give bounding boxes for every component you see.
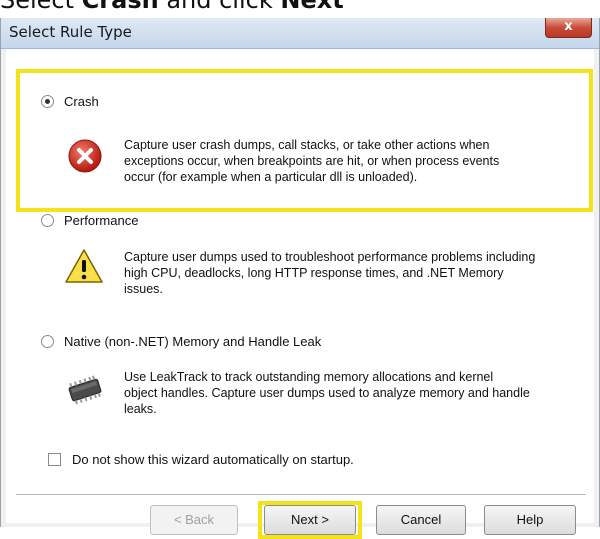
radio-crash[interactable]: Crash: [41, 94, 99, 109]
help-button[interactable]: Help: [484, 505, 576, 535]
warning-icon: [65, 249, 103, 283]
crash-description: Capture user crash dumps, call stacks, o…: [124, 137, 499, 185]
cancel-button[interactable]: Cancel: [376, 505, 466, 535]
radio-performance-indicator[interactable]: [41, 214, 54, 227]
error-icon: [68, 139, 102, 173]
crash-description-line: occur (for example when a particular dll…: [124, 170, 418, 184]
native-leak-description-line: leaks.: [124, 402, 157, 416]
radio-performance[interactable]: Performance: [41, 213, 138, 228]
radio-native-leak-indicator[interactable]: [41, 335, 54, 348]
native-leak-description-line: object handles. Capture user dumps used …: [124, 386, 530, 400]
chip-icon: [68, 375, 102, 405]
crash-description-line: Capture user crash dumps, call stacks, o…: [124, 138, 490, 152]
close-icon: x: [564, 19, 573, 34]
caption-bold-next: Next: [280, 0, 344, 14]
instruction-caption: Select Crash and click Next: [0, 0, 600, 18]
caption-text: and click: [158, 0, 281, 14]
radio-native-leak-label: Native (non-.NET) Memory and Handle Leak: [64, 334, 322, 349]
performance-description-line: issues.: [124, 282, 163, 296]
startup-checkbox-row[interactable]: Do not show this wizard automatically on…: [48, 452, 354, 467]
next-button[interactable]: Next >: [264, 505, 356, 535]
close-button[interactable]: x: [545, 18, 592, 38]
caption-text: Select: [0, 0, 82, 14]
startup-checkbox[interactable]: [48, 453, 61, 466]
performance-description-line: high CPU, deadlocks, long HTTP response …: [124, 266, 504, 280]
radio-crash-indicator[interactable]: [41, 95, 54, 108]
select-rule-type-dialog: Select Rule Type x Crash Capture user cr…: [0, 18, 600, 539]
native-leak-description: Use LeakTrack to track outstanding memor…: [124, 369, 530, 417]
title-bar: Select Rule Type x: [1, 18, 599, 49]
crash-description-line: exceptions occur, when breakpoints are h…: [124, 154, 500, 168]
performance-description-line: Capture user dumps used to troubleshoot …: [124, 250, 536, 264]
radio-performance-label: Performance: [64, 213, 139, 228]
dialog-body: Crash Capture user crash dumps, call sta…: [6, 49, 594, 539]
back-button[interactable]: < Back: [150, 505, 238, 535]
caption-bold-crash: Crash: [81, 0, 159, 14]
startup-checkbox-label: Do not show this wizard automatically on…: [72, 452, 354, 467]
separator: [16, 494, 586, 496]
radio-native-leak[interactable]: Native (non-.NET) Memory and Handle Leak: [41, 334, 321, 349]
performance-description: Capture user dumps used to troubleshoot …: [124, 249, 535, 297]
dialog-title: Select Rule Type: [9, 23, 132, 41]
radio-crash-label: Crash: [64, 94, 99, 109]
native-leak-description-line: Use LeakTrack to track outstanding memor…: [124, 370, 494, 384]
